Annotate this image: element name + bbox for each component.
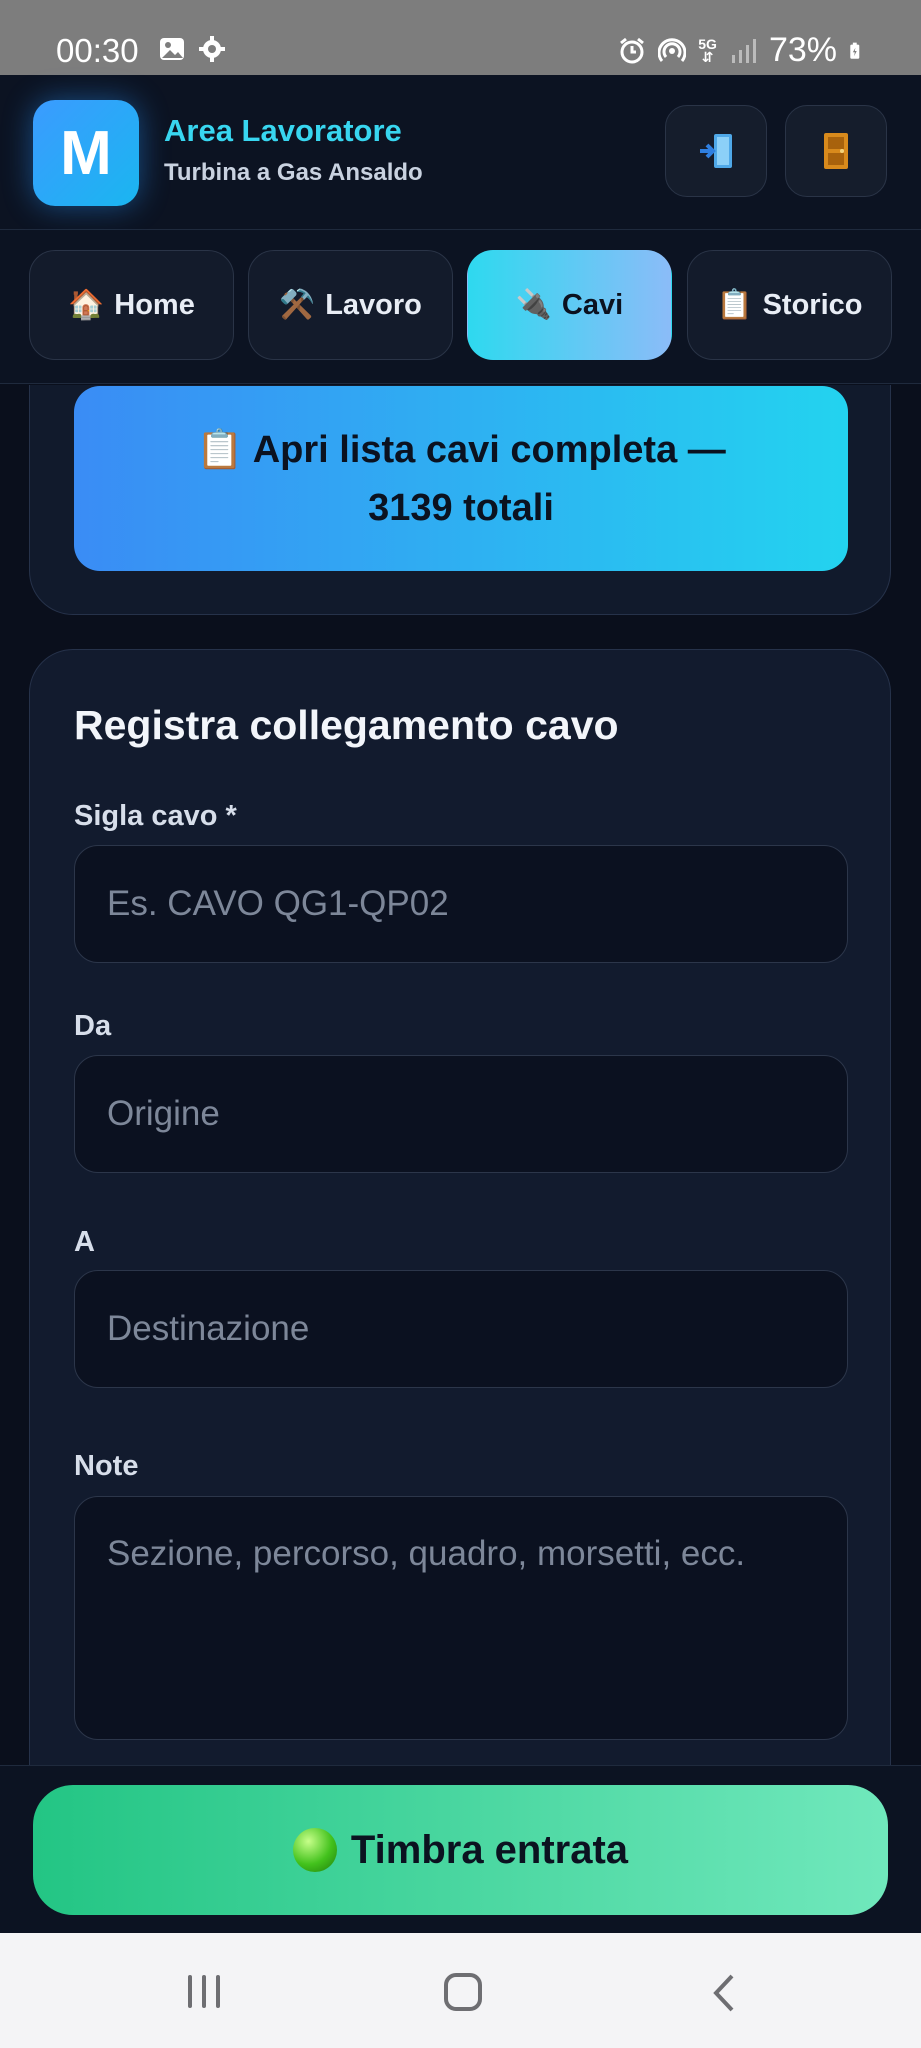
tools-icon: ⚒️	[279, 289, 316, 321]
battery-charging-icon	[850, 42, 860, 59]
main-content[interactable]: 📋 Apri lista cavi completa — 3139 totali…	[0, 385, 921, 1765]
app-title: Area Lavoratore	[164, 113, 402, 148]
battery-percent: 73%	[768, 31, 837, 69]
sigla-cavo-input[interactable]	[74, 845, 848, 963]
system-nav-bar	[0, 1933, 921, 2048]
clipboard-icon: 📋	[196, 428, 244, 471]
app-logo: M	[33, 100, 139, 206]
recent-apps-button[interactable]	[188, 1975, 220, 2008]
hotspot-icon	[658, 37, 687, 62]
timbra-entrata-button[interactable]: Timbra entrata	[33, 1785, 888, 1915]
alarm-icon	[620, 37, 645, 63]
back-button[interactable]	[712, 1973, 736, 2013]
app-screen: 00:30 5G ⇵ 73% M Area Lavoratore Turbina …	[0, 0, 921, 2048]
app-subtitle: Turbina a Gas Ansaldo	[164, 159, 423, 186]
tab-home[interactable]: 🏠 Home	[29, 250, 234, 360]
clipboard-icon: 📋	[716, 289, 753, 321]
home-button[interactable]	[444, 1973, 482, 2011]
open-cable-list-button[interactable]: 📋 Apri lista cavi completa — 3139 totali	[74, 386, 848, 571]
tab-cavi[interactable]: 🔌 Cavi	[467, 250, 672, 360]
notes-textarea[interactable]	[74, 1496, 848, 1740]
plug-icon: 🔌	[515, 289, 552, 321]
tab-storico[interactable]: 📋 Storico	[687, 250, 892, 360]
cable-list-card: 📋 Apri lista cavi completa — 3139 totali	[29, 385, 891, 615]
destination-input[interactable]	[74, 1270, 848, 1388]
form-title: Registra collegamento cavo	[74, 702, 619, 748]
note-label: Note	[74, 1450, 139, 1482]
tab-lavoro[interactable]: ⚒️ Lavoro	[248, 250, 453, 360]
bottom-action-bar: Timbra entrata	[0, 1765, 921, 1933]
gallery-icon	[160, 38, 184, 60]
origin-input[interactable]	[74, 1055, 848, 1173]
cable-connection-form: Registra collegamento cavo Sigla cavo * …	[29, 649, 891, 1765]
da-label: Da	[74, 1010, 112, 1042]
enter-button[interactable]	[665, 105, 767, 197]
green-circle-icon	[292, 1828, 337, 1872]
home-icon: 🏠	[68, 289, 105, 321]
settings-gear-icon	[199, 36, 225, 62]
network-type: 5G ⇵	[698, 35, 717, 65]
door-icon	[824, 133, 848, 169]
signal-icon	[731, 38, 756, 63]
tab-bar: 🏠 Home ⚒️ Lavoro 🔌 Cavi 📋 Storico	[0, 230, 921, 384]
app-header: M Area Lavoratore Turbina a Gas Ansaldo	[0, 75, 921, 230]
a-label: A	[74, 1226, 95, 1258]
status-time: 00:30	[56, 32, 139, 69]
exit-button[interactable]	[785, 105, 887, 197]
enter-door-icon	[700, 134, 732, 168]
status-bar: 00:30 5G ⇵ 73%	[0, 0, 921, 75]
sigla-label: Sigla cavo *	[74, 800, 237, 832]
